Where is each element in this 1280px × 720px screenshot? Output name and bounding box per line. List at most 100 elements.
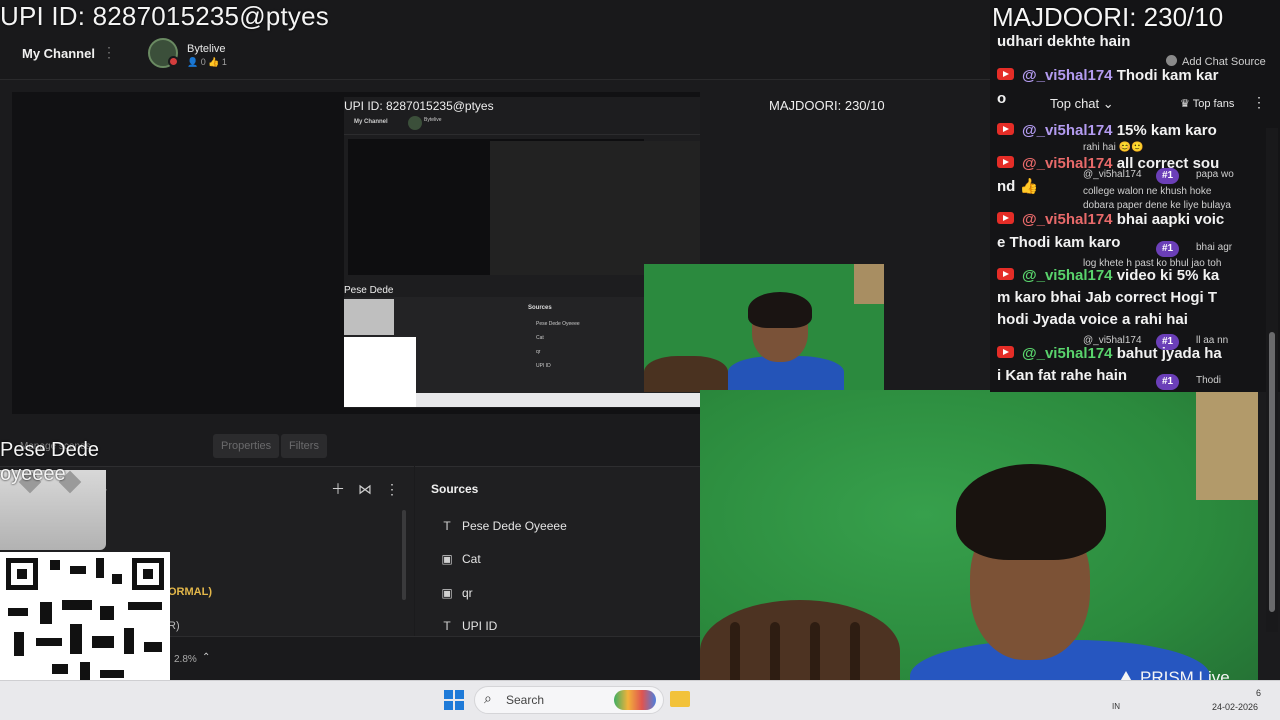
qr-module xyxy=(14,632,24,656)
add-scene-icon[interactable]: ＋ xyxy=(329,480,347,498)
top-fans-label: Top fans xyxy=(1192,98,1235,110)
nested-majdoori-text: MAJDOORI: 230/10 xyxy=(769,98,885,113)
chat-message: o xyxy=(997,90,1007,107)
source-item-label: Pese Dede Oyeeee xyxy=(462,519,567,533)
fan-rank-badge: #1 xyxy=(1156,241,1180,257)
youtube-icon xyxy=(997,212,1014,224)
file-explorer-icon[interactable] xyxy=(670,691,690,707)
channel-avatar[interactable] xyxy=(148,38,179,68)
qr-module xyxy=(112,574,122,584)
chat-message: @_vi5hal174 Thodi kam kar xyxy=(997,65,1218,87)
youtube-icon xyxy=(997,68,1014,80)
source-item-label: Cat xyxy=(462,552,481,566)
chat-username: @_vi5hal174 xyxy=(1022,155,1113,172)
nested-taskbar xyxy=(416,393,700,407)
search-icon: ⌕ xyxy=(484,690,492,706)
nested-source-item: Pese Dede Oyeeee xyxy=(536,321,580,327)
zoom-level: 2.8% xyxy=(174,654,197,665)
qr-module xyxy=(100,670,124,678)
tray-time[interactable]: 6 xyxy=(1256,688,1261,698)
qr-module xyxy=(124,628,134,654)
nested-webcam xyxy=(644,264,884,392)
chat-text: 15% kam karo xyxy=(1116,122,1217,139)
pese-dede-overlay: Pese Dede oyeeee xyxy=(0,438,99,486)
qr-module xyxy=(8,608,28,616)
scene-more-icon[interactable]: ⋮ xyxy=(383,480,401,498)
upi-id-overlay: UPI ID: 8287015235@ptyes xyxy=(0,1,329,31)
channel-name: Bytelive xyxy=(187,43,226,55)
channel-more-icon[interactable]: ⋮ xyxy=(102,44,116,61)
source-item-label: qr xyxy=(462,586,473,600)
fan-row-message: bhai agr xyxy=(1196,242,1233,253)
image-icon: ▣ xyxy=(441,552,453,566)
qr-module xyxy=(144,642,162,652)
windows-logo-pane xyxy=(455,690,464,699)
chat-message: @_vi5hal174 video ki 5% ka xyxy=(997,265,1219,287)
fan-rank-badge: #1 xyxy=(1156,374,1180,390)
chat-small-text: rahi hai 😊🙂 xyxy=(1083,142,1144,153)
chat-username: @_vi5hal174 xyxy=(1022,211,1113,228)
qr-module xyxy=(70,566,86,574)
chat-scrollbar-thumb[interactable] xyxy=(1269,332,1275,612)
nested-source-item: UPI ID xyxy=(536,363,551,369)
chat-text: video ki 5% ka xyxy=(1116,267,1220,284)
properties-button[interactable]: Properties xyxy=(213,434,280,458)
sources-title: Sources xyxy=(431,482,479,496)
text-icon: T xyxy=(443,619,451,633)
input-language[interactable]: IN xyxy=(1112,702,1120,711)
youtube-icon xyxy=(997,268,1014,280)
nested-channel-name: Bytelive xyxy=(424,117,442,123)
source-item-cat[interactable]: ▣ Cat xyxy=(440,549,481,569)
chevron-down-icon: ⌄ xyxy=(1102,96,1114,111)
nested-my-channel: My Channel xyxy=(354,119,388,125)
chat-text: all correct sou xyxy=(1116,155,1220,172)
scenes-scrollbar[interactable] xyxy=(402,510,406,600)
chat-message: i Kan fat rahe hain xyxy=(997,367,1128,384)
text-icon: T xyxy=(443,519,451,533)
my-channel-label[interactable]: My Channel xyxy=(22,46,95,61)
qr-module xyxy=(128,602,162,610)
nested-source-item: Cat xyxy=(536,335,544,341)
nested-source-item: qr xyxy=(536,349,541,355)
windows-start-icon[interactable] xyxy=(444,690,464,710)
nested-pese-text: Pese Dede xyxy=(344,285,394,296)
qr-finder xyxy=(6,558,38,590)
windows-logo-pane xyxy=(444,690,453,699)
chat-message: udhari dekhte hain xyxy=(997,33,1131,50)
chat-text: bhai aapki voic xyxy=(1116,211,1225,228)
qr-module xyxy=(40,602,52,624)
source-item-pese[interactable]: T Pese Dede Oyeeee xyxy=(440,516,567,536)
source-item-label: UPI ID xyxy=(462,619,498,633)
qr-module xyxy=(50,560,60,570)
qr-module xyxy=(70,624,82,654)
chat-message: nd 👍 xyxy=(997,178,1039,195)
search-highlight-icon[interactable] xyxy=(614,690,656,710)
qr-module xyxy=(100,606,114,620)
top-fans-button[interactable]: ♛ Top fans xyxy=(1180,97,1234,110)
transition-icon[interactable]: ⋈ xyxy=(356,480,374,498)
nested-curtain xyxy=(854,264,884,304)
filters-button[interactable]: Filters xyxy=(281,434,327,458)
qr-finder xyxy=(132,558,164,590)
qr-module xyxy=(96,558,104,578)
chat-message: @_vi5hal174 bhai aapki voic xyxy=(997,209,1224,231)
taskbar-search-label: Search xyxy=(506,693,545,707)
pese-line-2: oyeeee xyxy=(0,463,66,485)
chat-username: @_vi5hal174 xyxy=(1022,67,1113,84)
source-item-qr[interactable]: ▣ qr xyxy=(440,583,473,603)
chevron-up-icon[interactable]: ⌃ xyxy=(202,652,210,663)
majdoori-overlay: MAJDOORI: 230/10 xyxy=(992,2,1224,32)
chat-more-icon[interactable]: ⋮ xyxy=(1252,94,1266,111)
nested-upi-text: UPI ID: 8287015235@ptyes xyxy=(344,99,494,113)
qr-module xyxy=(92,636,114,648)
source-item-upi[interactable]: T UPI ID xyxy=(440,616,497,636)
nested-inner-window xyxy=(490,141,700,275)
youtube-icon xyxy=(997,346,1014,358)
tray-date[interactable]: 24-02-2026 xyxy=(1212,702,1258,712)
fan-row-message: Thodi xyxy=(1196,375,1222,386)
chat-message: @_vi5hal174 all correct sou xyxy=(997,153,1219,175)
channel-stats: 👤 0 👍 1 xyxy=(187,57,227,67)
top-chat-dropdown[interactable]: Top chat ⌄ xyxy=(1050,96,1114,112)
windows-logo-pane xyxy=(444,701,453,710)
chat-scrollbar[interactable] xyxy=(1266,128,1278,632)
